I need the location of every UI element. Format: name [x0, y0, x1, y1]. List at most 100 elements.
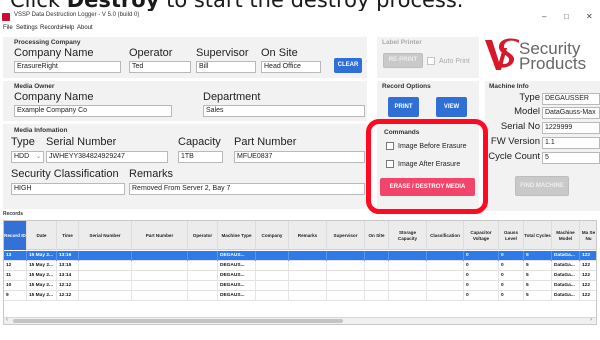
table-cell: DataGa... — [552, 251, 580, 261]
media-type-value: HDD — [14, 153, 30, 160]
col-classification[interactable]: Classification — [427, 221, 464, 250]
table-cell: DataGa... — [552, 261, 580, 271]
processing-company-name-input[interactable]: ErasureRight — [14, 61, 121, 73]
table-cell — [132, 281, 188, 291]
table-cell: 13:16 — [57, 251, 79, 261]
minimize-button[interactable]: – — [542, 11, 546, 23]
machine-type-input[interactable]: DEGAUSSER — [542, 93, 600, 105]
table-row[interactable]: 13 15 May 2... 13:16 DEGAUS... 0 0 5 DataGa... 1… — [4, 251, 596, 261]
machine-serial-input[interactable]: 1229999 — [542, 122, 600, 134]
machine-info-title: Machine Info — [489, 83, 529, 90]
table-cell: 0 — [499, 271, 524, 281]
table-cell — [327, 261, 365, 271]
table-cell: 15 May 2... — [27, 281, 57, 291]
table-cell — [188, 251, 218, 261]
cycle-count-label: Cycle Count — [488, 151, 540, 162]
record-options-panel: Record Options PRINT VIEW — [377, 81, 479, 121]
col-company[interactable]: Company — [256, 221, 289, 250]
table-row[interactable]: 11 15 May 2... 13:14 DEGAUS... 0 0 5 DataGa... 1… — [4, 271, 596, 281]
part-number-label: Part Number — [234, 136, 297, 148]
col-supervisor[interactable]: Supervisor — [327, 221, 365, 250]
department-input[interactable]: Sales — [203, 105, 365, 117]
table-cell — [188, 291, 218, 301]
part-number-input[interactable]: MFUE0837 — [234, 151, 365, 163]
table-cell — [188, 281, 218, 291]
table-cell: 122 — [580, 251, 596, 261]
table-cell: DataGa... — [552, 291, 580, 301]
col-operator[interactable]: Operator — [188, 221, 218, 250]
table-cell: 12 — [4, 261, 27, 271]
highlight-frame — [366, 119, 488, 214]
scrollbar-thumb[interactable] — [13, 319, 343, 323]
col-capacitor-voltage[interactable]: Capacitor Voltage — [464, 221, 499, 250]
table-cell — [132, 291, 188, 301]
table-cell: 122 — [580, 271, 596, 281]
table-cell: 0 — [464, 251, 499, 261]
col-serial-number[interactable]: Serial Number — [79, 221, 132, 250]
col-storage-capacity[interactable]: Storage Capacity — [389, 221, 427, 250]
menu-records[interactable]: Records — [40, 25, 62, 31]
table-cell: 15 May 2... — [27, 291, 57, 301]
table-cell — [79, 271, 132, 281]
table-row[interactable]: 12 15 May 2... 13:15 DEGAUS... 0 0 5 DataGa... 1… — [4, 261, 596, 271]
clear-button[interactable]: CLEAR — [334, 58, 362, 73]
table-cell — [256, 281, 289, 291]
table-cell: 12:12 — [57, 291, 79, 301]
table-row[interactable]: 9 15 May 2... 12:12 DEGAUS... 0 0 5 DataGa... 12… — [4, 291, 596, 301]
auto-print-box[interactable] — [427, 57, 435, 65]
table-row[interactable]: 10 15 May 2... 12:12 DEGAUS... 0 0 5 DataGa... 1… — [4, 281, 596, 291]
onsite-input[interactable]: Head Office — [261, 61, 321, 73]
view-button[interactable]: VIEW — [436, 97, 467, 117]
find-machine-button[interactable]: FIND MACHINE — [515, 176, 569, 196]
scroll-left-icon[interactable]: ‹ — [6, 317, 8, 323]
close-button[interactable]: ✕ — [586, 11, 593, 23]
reprint-button[interactable]: RE-PRINT — [383, 53, 423, 68]
machine-model-input[interactable]: DataGauss-Max — [542, 107, 600, 119]
table-cell: 15 May 2... — [27, 261, 57, 271]
table-cell: 15 May 2... — [27, 251, 57, 261]
col-machine-model[interactable]: Machine Model — [552, 221, 580, 250]
col-time[interactable]: Time — [57, 221, 79, 250]
col-machine-type[interactable]: Machine Type — [218, 221, 256, 250]
menu-help[interactable]: Help — [62, 25, 74, 31]
auto-print-checkbox[interactable]: Auto Print — [427, 57, 470, 65]
col-on-site[interactable]: On Site — [365, 221, 389, 250]
table-cell — [256, 251, 289, 261]
capacity-input[interactable]: 1TB — [178, 151, 223, 163]
table-cell — [132, 251, 188, 261]
supervisor-input[interactable]: Bill — [196, 61, 256, 73]
print-button[interactable]: PRINT — [388, 97, 419, 117]
maximize-button[interactable]: □ — [564, 11, 569, 23]
table-cell: 5 — [524, 291, 552, 301]
label-printer-panel: Label Printer RE-PRINT Auto Print — [377, 37, 479, 78]
table-cell — [389, 251, 427, 261]
fw-version-input[interactable]: 1.1 — [542, 137, 600, 149]
scroll-right-icon[interactable]: › — [590, 317, 592, 323]
cycle-count-input[interactable]: 5 — [542, 152, 600, 164]
processing-company-panel: Processing Company Company Name ErasureR… — [3, 37, 367, 78]
col-gauss-level[interactable]: Gauss Level — [499, 221, 524, 250]
records-table-header: Record ID Date Time Serial Number Part N… — [4, 221, 596, 250]
operator-input[interactable]: Ted — [129, 61, 191, 73]
remarks-input[interactable]: Removed From Server 2, Bay 7 — [129, 183, 365, 195]
window-title: VSSP Data Destruction Logger - V 5.0 (bu… — [14, 12, 140, 18]
col-part-number[interactable]: Part Number — [132, 221, 188, 250]
col-total-cycles[interactable]: Total Cycles — [524, 221, 552, 250]
col-record-id[interactable]: Record ID — [4, 221, 27, 250]
table-cell: 9 — [4, 291, 27, 301]
menu-about[interactable]: About — [77, 25, 93, 31]
col-date[interactable]: Date — [27, 221, 57, 250]
security-classification-input[interactable]: HIGH — [11, 183, 125, 195]
menu-file[interactable]: File — [3, 25, 13, 31]
col-machine-serial[interactable]: Ma Se Nu — [580, 221, 596, 250]
serial-number-input[interactable]: JWHEYY3848249292​47 — [46, 151, 168, 163]
horizontal-scrollbar[interactable]: ‹ › — [4, 317, 596, 324]
col-remarks[interactable]: Remarks — [289, 221, 327, 250]
table-cell: 5 — [524, 281, 552, 291]
menu-settings[interactable]: Settings — [16, 25, 38, 31]
table-cell: 0 — [464, 291, 499, 301]
media-type-select[interactable]: HDD ⌄ — [11, 151, 44, 163]
menu-bar: File Settings Records Help About — [0, 24, 600, 35]
media-owner-company-input[interactable]: Example Company Co — [14, 105, 172, 117]
machine-info-panel: Machine Info Type DEGAUSSER Model DataGa… — [485, 81, 600, 211]
